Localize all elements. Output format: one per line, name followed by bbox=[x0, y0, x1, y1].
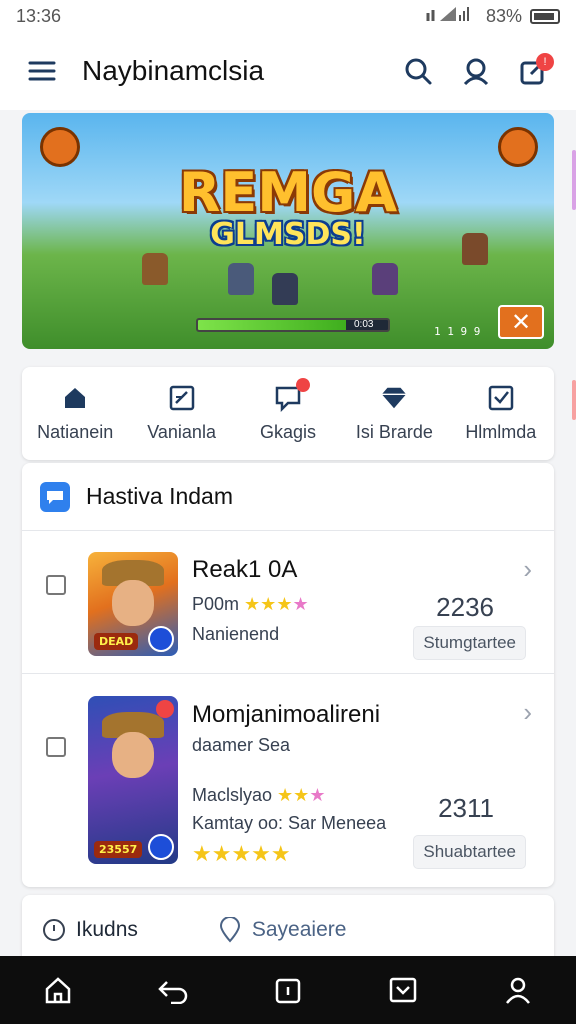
close-icon: ✕ bbox=[510, 308, 532, 336]
home-icon bbox=[65, 388, 86, 408]
info-icon bbox=[43, 919, 65, 941]
rating-stars-icon: ★★★★ bbox=[244, 594, 309, 614]
start-button[interactable]: Shuabtartee bbox=[413, 835, 526, 869]
game-meta-text: P00m bbox=[192, 594, 240, 614]
promo-banner[interactable]: REMGA GLMSDS! 0:03 1 1 9 9 ✕ bbox=[22, 113, 554, 349]
game-title: Momjanimoalireni bbox=[192, 701, 381, 728]
select-checkbox[interactable] bbox=[46, 575, 66, 595]
nav-item-label: Vanianla bbox=[147, 422, 216, 442]
game-thumbnail[interactable]: DEAD bbox=[88, 552, 178, 656]
nav-item-1[interactable]: Natianein bbox=[22, 367, 128, 460]
notification-badge: ! bbox=[536, 53, 554, 71]
back-arrow-icon bbox=[158, 981, 188, 1004]
category-nav: Natianein Vanianla Gkagis Isi Brarde Hlm… bbox=[22, 367, 554, 460]
chat-bubble-icon bbox=[40, 481, 70, 512]
user-icon bbox=[463, 58, 489, 86]
system-nav-bar bbox=[0, 956, 576, 1024]
banner-counter: 1 1 9 9 bbox=[434, 325, 481, 338]
nav-item-5[interactable]: Hlmlmda bbox=[448, 367, 554, 460]
character-figure-icon bbox=[228, 263, 254, 295]
battery-label: 83% bbox=[485, 5, 522, 26]
home-nav-button[interactable] bbox=[34, 966, 82, 1014]
game-meta-text: Maclslyao bbox=[192, 785, 273, 805]
game-thumbnail[interactable]: 23557 bbox=[88, 696, 178, 864]
nav-item-4[interactable]: Isi Brarde bbox=[341, 367, 447, 460]
character-figure-icon bbox=[272, 273, 298, 305]
share-button[interactable]: ! bbox=[512, 49, 556, 93]
search-button[interactable] bbox=[396, 49, 440, 93]
recents-icon bbox=[275, 978, 301, 1004]
alert-badge-icon bbox=[156, 700, 174, 718]
edit-icon bbox=[169, 385, 194, 411]
edge-decoration bbox=[572, 380, 576, 420]
battery-icon bbox=[530, 8, 560, 24]
thumb-badge-icon bbox=[148, 626, 174, 652]
bottom-right-label: Sayeaiere bbox=[251, 918, 347, 941]
game-list: Hastiva Indam DEAD Reak1 0A P00m ★★★★ Na… bbox=[22, 463, 554, 887]
edge-decoration bbox=[572, 150, 576, 210]
nav-item-label: Hlmlmda bbox=[465, 422, 537, 442]
status-time: 13:36 bbox=[16, 5, 62, 26]
nav-item-label: Isi Brarde bbox=[355, 422, 433, 442]
nav-item-2[interactable]: Vanianla bbox=[128, 367, 234, 460]
game-meta-line: P00m ★★★★ bbox=[192, 594, 309, 615]
bottom-item-left[interactable]: Ikudns bbox=[42, 918, 138, 942]
recents-nav-button[interactable] bbox=[264, 966, 312, 1014]
game-subtitle: daamer Sea bbox=[192, 735, 291, 755]
start-button[interactable]: Stumgtartee bbox=[413, 626, 526, 660]
hamburger-icon bbox=[28, 61, 56, 81]
bottom-actions: Ikudns Sayeaiere bbox=[22, 895, 554, 965]
game-subtitle: Nanienend bbox=[192, 624, 280, 644]
nav-item-label: Gkagis bbox=[260, 422, 317, 442]
banner-close-button[interactable]: ✕ bbox=[498, 305, 544, 339]
progress-fill bbox=[198, 320, 347, 330]
diamond-icon bbox=[382, 387, 407, 409]
thumb-tag: 23557 bbox=[94, 841, 143, 858]
signal-icon bbox=[426, 5, 478, 28]
status-bar: 13:36 83% bbox=[0, 0, 576, 32]
progress-label: 0:03 bbox=[354, 319, 374, 330]
back-nav-button[interactable] bbox=[149, 966, 197, 1014]
rating-stars-icon: ★★★ bbox=[277, 785, 326, 805]
nav-item-label: Natianein bbox=[37, 422, 114, 442]
status-icons: 83% bbox=[426, 5, 560, 28]
character-figure-icon bbox=[372, 263, 398, 295]
thumb-tag: DEAD bbox=[94, 633, 139, 650]
checkbox-icon bbox=[488, 385, 514, 411]
game-count: 2311 bbox=[438, 793, 494, 823]
person-icon bbox=[506, 977, 531, 1004]
thumb-badge-icon bbox=[148, 834, 174, 860]
profile-button[interactable] bbox=[454, 49, 498, 93]
game-description: Kamtay oo: Sar Meneea bbox=[192, 813, 387, 833]
select-checkbox[interactable] bbox=[46, 737, 66, 757]
list-item[interactable]: 23557 Momjanimoalireni daamer Sea Maclsl… bbox=[22, 675, 554, 885]
menu-button[interactable] bbox=[20, 49, 64, 93]
bottom-item-right[interactable]: Sayeaiere bbox=[218, 917, 347, 943]
rating-stars-icon: ★★★★★ bbox=[192, 841, 291, 866]
page-title: Naybinamclsia bbox=[82, 55, 265, 86]
nav-badge bbox=[296, 378, 311, 392]
game-count: 2236 bbox=[436, 592, 494, 622]
location-pin-icon bbox=[219, 917, 240, 943]
section-title: Hastiva Indam bbox=[86, 483, 234, 509]
inbox-icon bbox=[389, 977, 417, 1003]
list-item[interactable]: DEAD Reak1 0A P00m ★★★★ Nanienend 2236 S… bbox=[22, 532, 554, 674]
app-bar: Naybinamclsia ! bbox=[0, 32, 576, 110]
bottom-left-label: Ikudns bbox=[76, 918, 138, 941]
character-figure-icon bbox=[142, 253, 168, 285]
character-face-icon bbox=[112, 580, 154, 626]
chevron-right-icon[interactable]: › bbox=[523, 697, 532, 728]
game-meta-line: Maclslyao ★★★ bbox=[192, 785, 325, 806]
inbox-nav-button[interactable] bbox=[379, 966, 427, 1014]
search-icon bbox=[405, 58, 432, 85]
nav-item-3[interactable]: Gkagis bbox=[235, 367, 341, 460]
home-outline-icon bbox=[45, 977, 70, 1004]
banner-subtitle: GLMSDS! bbox=[210, 217, 366, 252]
chevron-right-icon[interactable]: › bbox=[523, 554, 532, 585]
game-title: Reak1 0A bbox=[192, 556, 298, 583]
banner-title: REMGA bbox=[178, 161, 398, 224]
character-face-icon bbox=[112, 732, 154, 778]
account-nav-button[interactable] bbox=[494, 966, 542, 1014]
section-header: Hastiva Indam bbox=[22, 463, 554, 531]
